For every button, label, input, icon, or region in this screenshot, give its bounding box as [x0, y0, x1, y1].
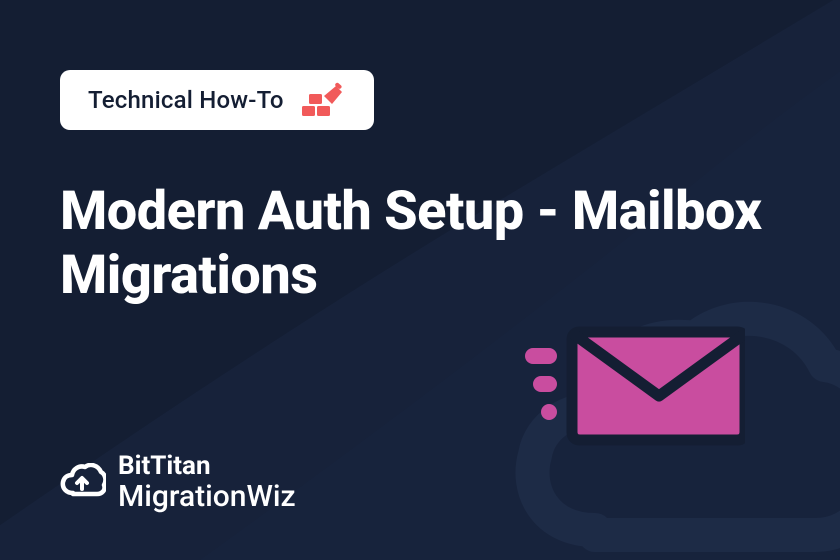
cloud-logo-icon [60, 463, 106, 503]
brand-name: BitTitan [118, 453, 296, 480]
brand-product: MigrationWiz [118, 481, 296, 513]
category-label: Technical How-To [88, 86, 284, 114]
footer-logo: BitTitan MigrationWiz [60, 453, 296, 512]
footer-logo-text: BitTitan MigrationWiz [118, 453, 296, 512]
bricks-trowel-icon [302, 82, 346, 118]
category-pill: Technical How-To [60, 70, 374, 130]
envelope-icon [525, 310, 745, 460]
page-title: Modern Auth Setup - Mailbox Migrations [60, 180, 780, 307]
